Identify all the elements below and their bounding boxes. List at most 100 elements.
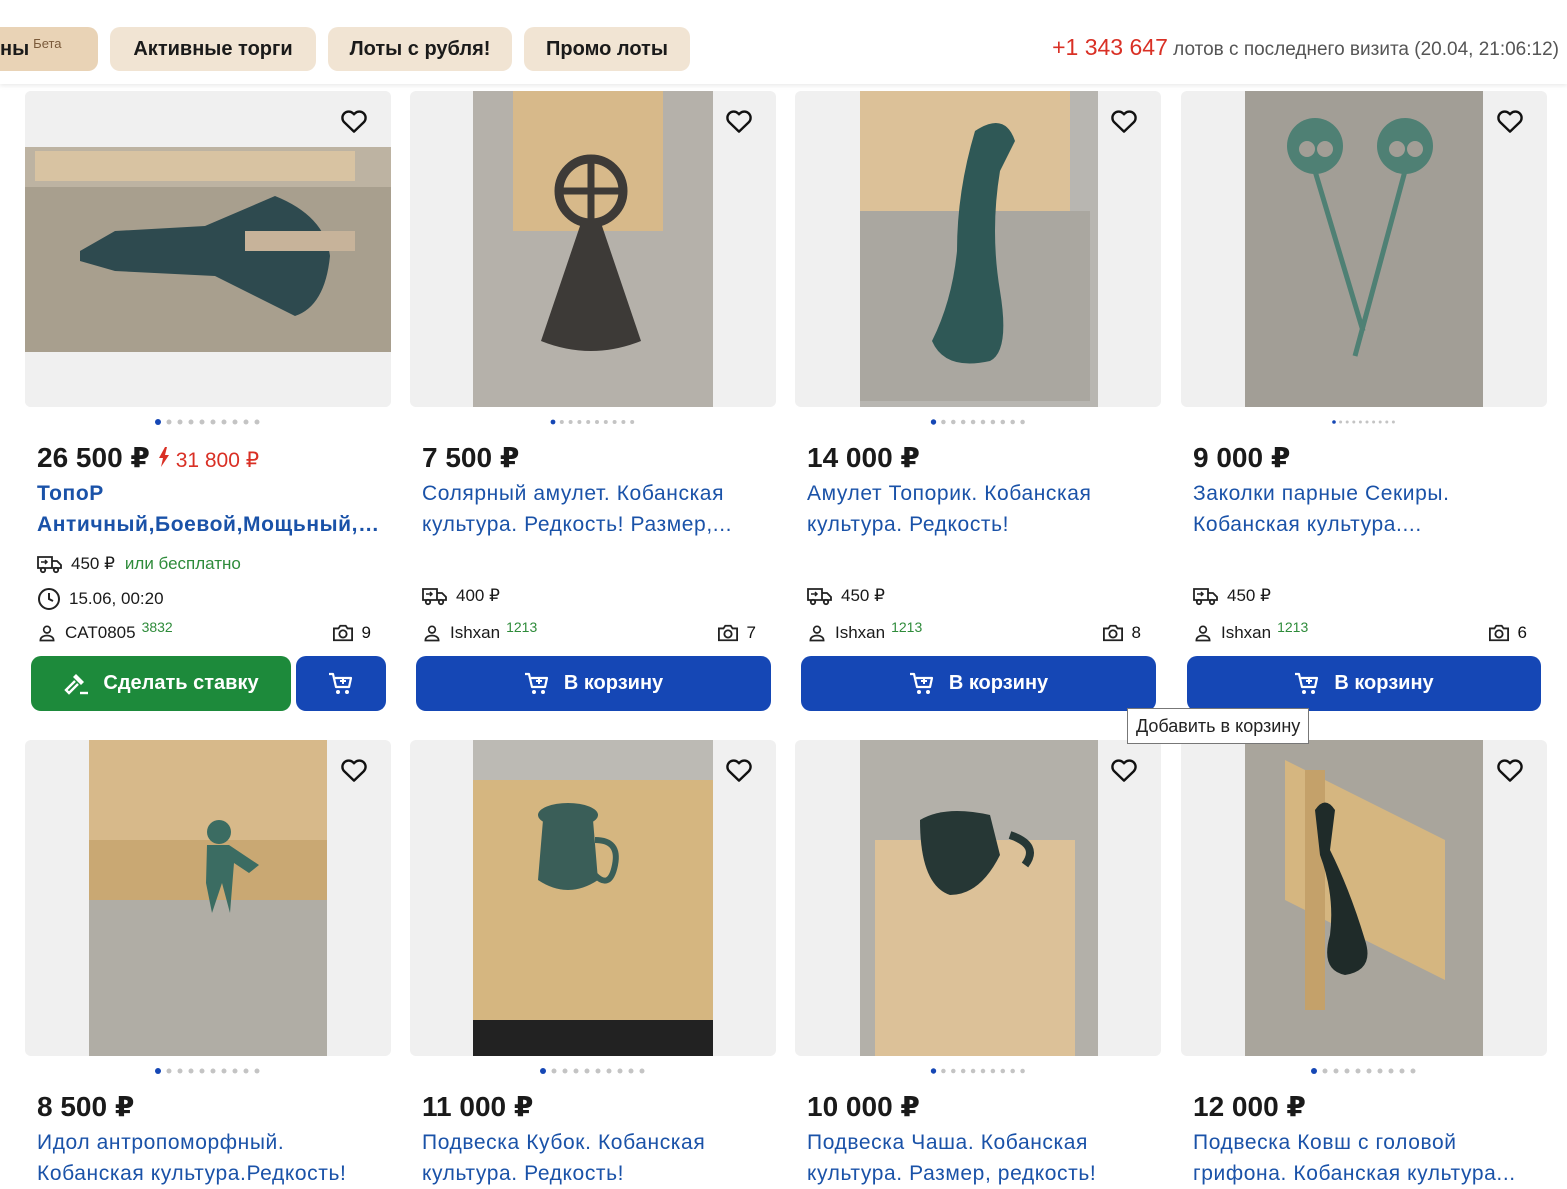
favorite-heart-icon[interactable] [1495, 106, 1525, 136]
seller-name[interactable]: Ishxan [1221, 623, 1271, 643]
lot-title[interactable]: Заколки парные Секиры. Кобанская культура… [1193, 478, 1543, 540]
image-pager-dots[interactable] [25, 414, 391, 424]
lot-image[interactable] [795, 740, 1161, 1056]
tab-promo-lots[interactable]: Промо лоты [524, 27, 690, 71]
add-to-cart-button[interactable] [296, 656, 386, 711]
lot-photo [1245, 91, 1483, 407]
delivery-price: 450 ₽ [71, 554, 115, 573]
lot-title-line2: культура. Размер, редкость! [807, 1162, 1097, 1185]
lot-title-line1: Подвеска Чаша. Кобанская [807, 1131, 1089, 1154]
truck-icon [37, 554, 63, 574]
end-time-value: 15.06, 00:20 [69, 589, 164, 608]
seller-info[interactable]: Ishxan 1213 [422, 619, 537, 643]
gavel-icon [63, 671, 89, 697]
image-pager-dots[interactable] [1181, 414, 1547, 424]
lot-image[interactable] [795, 91, 1161, 407]
photo-count: 8 [1102, 623, 1141, 643]
seller-info[interactable]: Ishxan 1213 [1193, 619, 1308, 643]
image-pager-dots[interactable] [410, 414, 776, 424]
user-icon [37, 623, 57, 643]
lot-title[interactable]: Подвеска Кубок. Кобанская культура. Редко… [422, 1127, 772, 1189]
delivery-info: 400 ₽ [422, 586, 500, 606]
delivery-price: 450 ₽ [841, 586, 885, 605]
lot-title-line2: культура. Редкость! [422, 1162, 625, 1185]
flash-icon [158, 447, 170, 467]
image-pager-dots[interactable] [25, 1063, 391, 1073]
lot-title-line1: Идол антропоморфный. [37, 1131, 285, 1154]
new-lots-count: +1 343 647 [1052, 34, 1168, 60]
lot-image[interactable] [1181, 740, 1547, 1056]
lot-title[interactable]: Амулет Топорик. Кобанская культура. Редко… [807, 478, 1157, 540]
seller-info[interactable]: CAT0805 3832 [37, 619, 173, 643]
image-pager-dots[interactable] [410, 1063, 776, 1073]
lot-title-line2: культура. Редкость! [807, 513, 1010, 536]
lot-title[interactable]: Подвеска Ковш с головой грифона. Кобанска… [1193, 1127, 1543, 1189]
tab-label: ны [0, 37, 30, 60]
truck-icon [422, 586, 448, 606]
lot-price: 12 000 ₽ [1193, 1091, 1306, 1122]
image-pager-dots[interactable] [795, 414, 1161, 424]
tab-partial[interactable]: ны Бета [0, 27, 98, 71]
seller-info[interactable]: Ishxan 1213 [807, 619, 922, 643]
lot-price: 7 500 ₽ [422, 442, 520, 473]
truck-icon [1193, 586, 1219, 606]
photo-count: 7 [717, 623, 756, 643]
lot-title-line1: Солярный амулет. Кобанская [422, 482, 725, 505]
favorite-heart-icon[interactable] [1495, 755, 1525, 785]
favorite-heart-icon[interactable] [724, 755, 754, 785]
lot-photo [1245, 740, 1483, 1056]
add-to-cart-button[interactable]: В корзину [801, 656, 1156, 711]
lot-image[interactable] [25, 91, 391, 407]
add-to-cart-button[interactable]: В корзину [416, 656, 771, 711]
add-to-cart-button[interactable]: В корзину [1187, 656, 1541, 711]
lot-photo [473, 91, 713, 407]
lot-image[interactable] [410, 740, 776, 1056]
seller-rating: 1213 [1277, 619, 1309, 635]
lot-title[interactable]: Солярный амулет. Кобанская культура. Редк… [422, 478, 772, 540]
seller-rating: 1213 [506, 619, 538, 635]
seller-name[interactable]: Ishxan [835, 623, 885, 643]
lot-title-line2: культура. Редкость! Размер,... [422, 513, 733, 536]
tab-active-auctions[interactable]: Активные торги [110, 27, 316, 71]
favorite-heart-icon[interactable] [1109, 755, 1139, 785]
lot-title-line2: Кобанская культура.... [1193, 513, 1422, 536]
image-pager-dots[interactable] [795, 1063, 1161, 1073]
lot-title-line2: грифона. Кобанская культура... [1193, 1162, 1516, 1185]
cart-button-label: В корзину [563, 672, 664, 694]
lot-title[interactable]: ТопоР Античный,Боевой,Мощьный,Т... [37, 478, 387, 540]
seller-name[interactable]: CAT0805 [65, 623, 136, 643]
image-pager-dots[interactable] [1181, 1063, 1547, 1073]
lot-image[interactable] [25, 740, 391, 1056]
favorite-heart-icon[interactable] [724, 106, 754, 136]
lot-photo [860, 740, 1098, 1056]
add-to-cart-tooltip: Добавить в корзину [1127, 708, 1310, 744]
visit-counter: +1 343 647 лотов с последнего визита (20… [1052, 34, 1559, 61]
lot-image[interactable] [410, 91, 776, 407]
place-bid-button[interactable]: Сделать ставку [31, 656, 291, 711]
lot-title[interactable]: Идол антропоморфный. Кобанская культура.Р… [37, 1127, 387, 1189]
blitz-price: 31 800 ₽ [175, 449, 260, 472]
camera-icon [717, 623, 739, 643]
truck-icon [807, 586, 833, 606]
price-value: 26 500 ₽ [37, 442, 150, 473]
favorite-heart-icon[interactable] [339, 755, 369, 785]
seller-name[interactable]: Ishxan [450, 623, 500, 643]
delivery-info: 450 ₽ [1193, 586, 1271, 606]
lot-title[interactable]: Подвеска Чаша. Кобанская культура. Размер… [807, 1127, 1157, 1189]
end-time: 15.06, 00:20 [37, 587, 164, 611]
lot-image[interactable] [1181, 91, 1547, 407]
photo-count-value: 9 [361, 623, 371, 642]
lot-price: 14 000 ₽ [807, 442, 920, 473]
lot-title-line2: Античный,Боевой,Мощьный,Т... [37, 513, 387, 536]
lot-title-line1: Подвеска Кубок. Кобанская [422, 1131, 706, 1154]
visit-text: лотов с последнего визита (20.04, 21:06:… [1173, 39, 1559, 60]
lot-title-line1: Амулет Топорик. Кобанская [807, 482, 1092, 505]
beta-badge: Бета [33, 35, 62, 51]
tab-ruble-lots[interactable]: Лоты с рубля! [328, 27, 512, 71]
lot-price: 10 000 ₽ [807, 1091, 920, 1122]
favorite-heart-icon[interactable] [339, 106, 369, 136]
cart-icon [524, 672, 550, 696]
photo-count: 9 [332, 623, 371, 643]
delivery-info: 450 ₽ или бесплатно [37, 554, 241, 574]
favorite-heart-icon[interactable] [1109, 106, 1139, 136]
